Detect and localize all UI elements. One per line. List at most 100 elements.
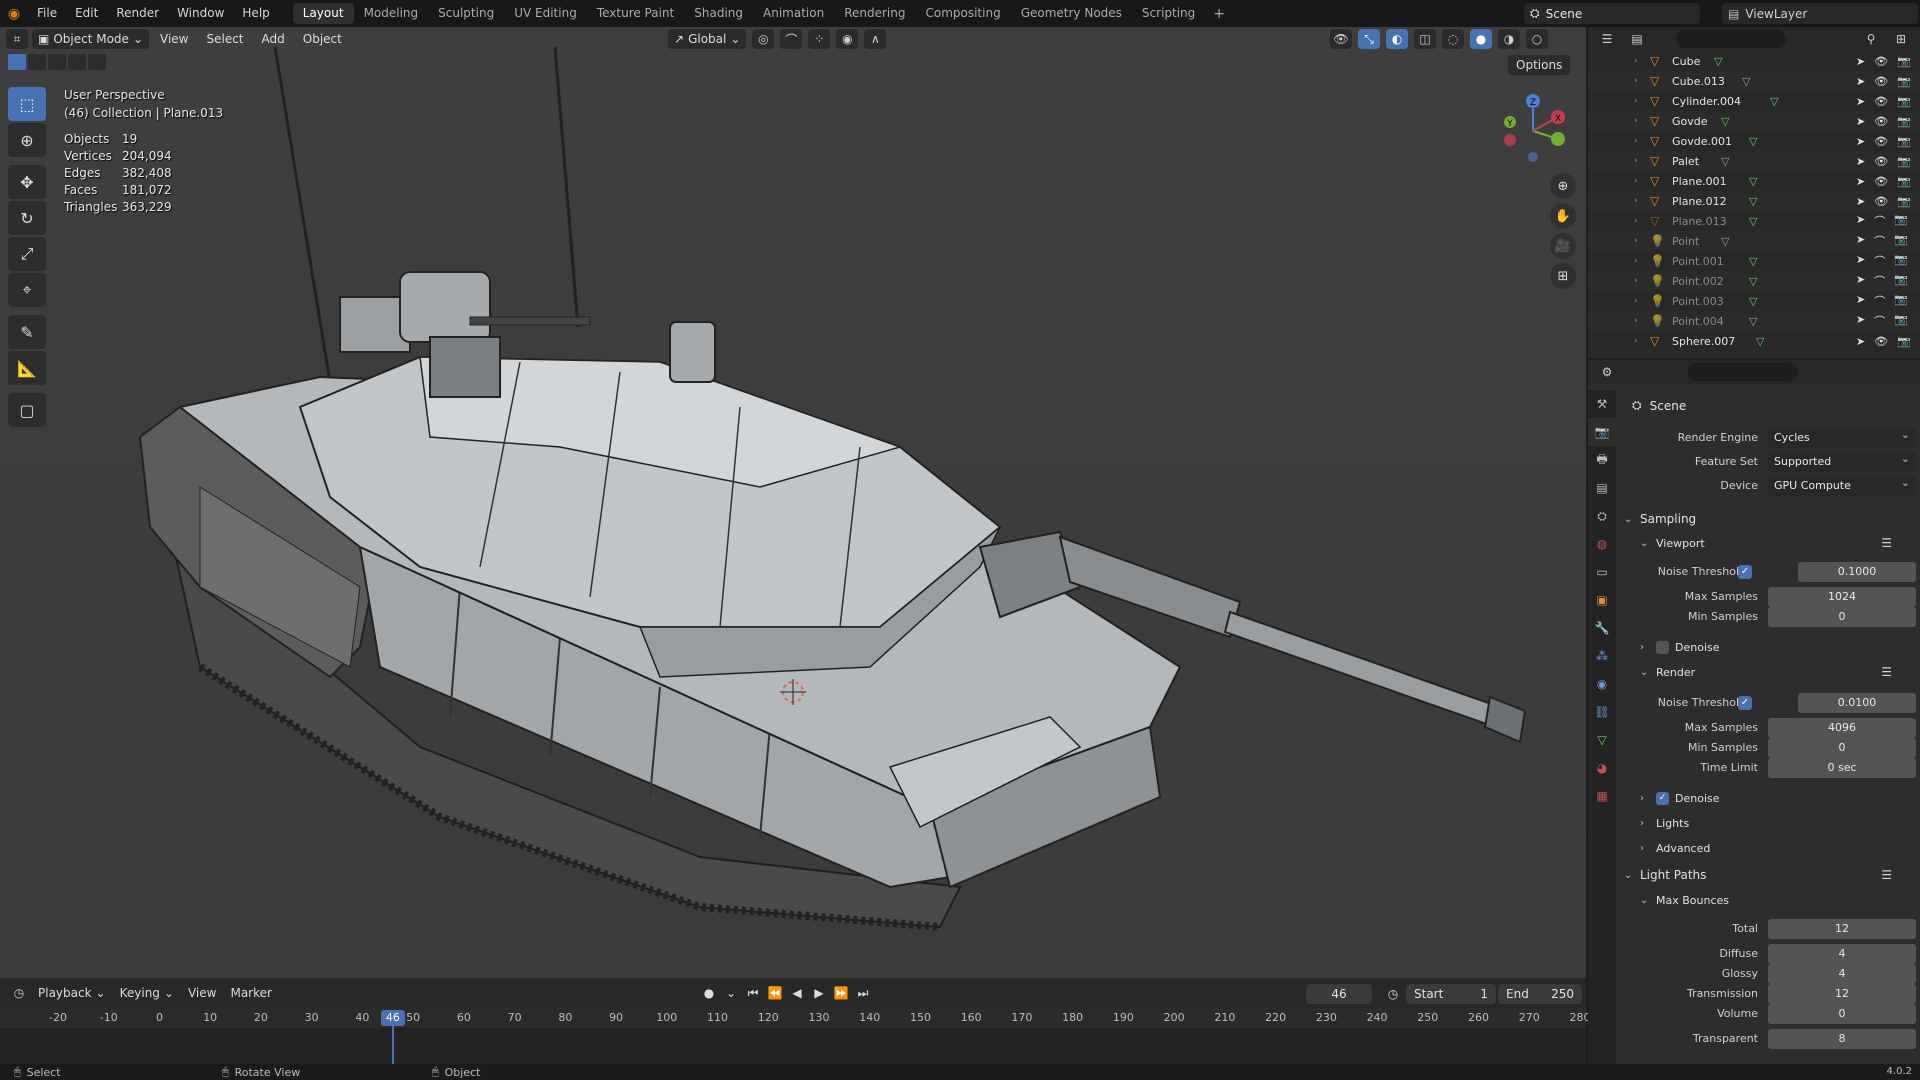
outliner-item[interactable]: › 💡 Point.004 ▽ ➤ ⌒ 📷 [1588,311,1920,331]
outliner-item-name[interactable]: Govde [1672,115,1708,128]
menu-help[interactable]: Help [233,0,278,27]
render-camera-icon[interactable]: 📷 [1894,253,1908,269]
render-time-limit-field[interactable]: 0 sec [1768,758,1916,778]
render-camera-icon[interactable]: 📷 [1897,155,1911,168]
filter-icon[interactable]: ⚲ [1860,29,1882,49]
eye-icon[interactable]: 👁 [1874,155,1888,168]
render-camera-icon[interactable]: 📷 [1897,195,1911,208]
render-noise-threshold-checkbox[interactable]: ✓ [1738,696,1752,710]
add-cube-tool-icon[interactable]: ▢ [8,393,46,427]
render-camera-icon[interactable]: 📷 [1897,115,1911,128]
eye-icon[interactable]: 👁 [1874,55,1888,68]
tab-scripting[interactable]: Scripting [1132,3,1205,24]
new-collection-icon[interactable]: ⊞ [1890,29,1912,49]
render-engine-dropdown[interactable]: Cycles [1768,425,1916,448]
outliner-item[interactable]: › ▽ Plane.012 ▽ ➤ 👁 📷 [1588,191,1920,211]
presets-icon[interactable]: ☰ [1881,868,1892,882]
menu-edit[interactable]: Edit [66,0,107,27]
transmission-bounces-field[interactable]: 12 [1768,984,1916,1004]
selectable-icon[interactable]: ➤ [1856,155,1865,168]
gizmo-toggle-icon[interactable]: ⤡ [1358,29,1380,49]
tab-uv-editing[interactable]: UV Editing [504,3,587,24]
viewport-denoise-subpanel[interactable]: › Denoise [1640,636,1916,658]
eye-icon[interactable]: 👁 [1874,95,1888,108]
eye-icon[interactable]: 👁 [1874,75,1888,88]
modifier-tab-icon[interactable]: 🔧 [1588,614,1616,642]
render-max-samples-field[interactable]: 4096 [1768,718,1916,738]
render-camera-icon[interactable]: 📷 [1897,75,1911,88]
particles-tab-icon[interactable]: ⁂ [1588,642,1616,670]
tool-tab-icon[interactable]: ⚒ [1588,390,1616,418]
outliner-item-name[interactable]: Cube.013 [1672,75,1725,88]
render-camera-icon[interactable]: 📷 [1894,213,1908,229]
render-camera-icon[interactable]: 📷 [1894,233,1908,249]
viewport-menu-view[interactable]: View [153,29,195,49]
expand-arrow-icon[interactable]: › [1634,56,1638,66]
object-tab-icon[interactable]: ▣ [1588,586,1616,614]
expand-arrow-icon[interactable]: › [1634,76,1638,86]
outliner-item-name[interactable]: Point.001 [1672,255,1724,268]
blender-logo-icon[interactable]: ◉ [0,0,28,27]
render-camera-icon[interactable]: 📷 [1897,135,1911,148]
timeline-track[interactable] [0,1028,1586,1064]
end-frame-field[interactable]: End 250 [1498,984,1582,1004]
eye-icon[interactable]: 👁 [1874,195,1888,208]
selectable-icon[interactable]: ➤ [1856,195,1865,208]
expand-arrow-icon[interactable]: › [1634,96,1638,106]
properties-search-input[interactable] [1688,363,1798,381]
viewport-subpanel-header[interactable]: ⌄ Viewport ☰ [1640,532,1916,554]
add-workspace-button[interactable]: + [1205,6,1233,22]
selectable-icon[interactable]: ➤ [1856,95,1865,108]
render-camera-icon[interactable]: 📷 [1894,313,1908,329]
tab-compositing[interactable]: Compositing [915,3,1010,24]
texture-tab-icon[interactable]: ▦ [1588,782,1616,810]
viewport-denoise-checkbox[interactable] [1656,640,1669,654]
expand-arrow-icon[interactable]: › [1634,216,1638,226]
move-tool-icon[interactable]: ✥ [8,165,46,199]
viewport-menu-object[interactable]: Object [296,29,349,49]
outliner-item[interactable]: › ▽ Plane.001 ▽ ➤ 👁 📷 [1588,171,1920,191]
tab-texture-paint[interactable]: Texture Paint [587,3,684,24]
total-bounces-field[interactable]: 12 [1768,919,1916,939]
timeline-menu-keying[interactable]: Keying ⌄ [114,983,180,1003]
timeline-menu-marker[interactable]: Marker [224,983,277,1003]
falloff-icon[interactable]: ∧ [864,29,887,49]
presets-icon[interactable]: ☰ [1881,536,1892,550]
outliner-item[interactable]: › 💡 Point.002 ▽ ➤ ⌒ 📷 [1588,271,1920,291]
timeline-menu-playback[interactable]: Playback ⌄ [32,983,112,1003]
select-subtract-mode-icon[interactable] [48,54,66,70]
proportional-edit-icon[interactable]: ◉ [836,29,859,49]
eye-icon[interactable]: 👁 [1874,175,1888,188]
rotate-tool-icon[interactable]: ↻ [8,201,46,235]
tab-sculpting[interactable]: Sculpting [428,3,504,24]
timeline-ruler[interactable]: -20 -10 0 10 20 30 40 50 60 70 80 90 100 110 120 130 140… [0,1008,1591,1028]
outliner-item[interactable]: › 💡 Point ▽ ➤ ⌒ 📷 [1588,231,1920,251]
outliner-item-name[interactable]: Cylinder.004 [1672,95,1741,108]
expand-arrow-icon[interactable]: › [1634,316,1638,326]
outliner-item[interactable]: › 💡 Point.003 ▽ ➤ ⌒ 📷 [1588,291,1920,311]
outliner-item[interactable]: › ▽ Sphere.007 ▽ ➤ 👁 📷 [1588,331,1920,351]
jump-start-icon[interactable]: ⏮ [744,984,762,1002]
eye-icon[interactable]: ⌒ [1874,233,1885,249]
tab-shading[interactable]: Shading [684,3,753,24]
outliner-item-name[interactable]: Point.002 [1672,275,1724,288]
render-camera-icon[interactable]: 📷 [1897,55,1911,68]
snap-icon[interactable]: ⌒ [780,29,803,49]
menu-render[interactable]: Render [107,0,168,27]
options-dropdown[interactable]: Options [1508,55,1571,75]
transform-orientation-dropdown[interactable]: ↗ Global ⌄ [668,29,747,49]
render-camera-icon[interactable]: 📷 [1894,273,1908,289]
render-camera-icon[interactable]: 📷 [1897,175,1911,188]
light-paths-panel-header[interactable]: ⌄ Light Paths ☰ [1624,864,1916,886]
eye-icon[interactable]: 👁 [1874,135,1888,148]
xray-toggle-icon[interactable]: ◫ [1414,29,1436,49]
eye-icon[interactable]: ⌒ [1874,213,1885,229]
render-camera-icon[interactable]: 📷 [1897,95,1911,108]
presets-icon[interactable]: ☰ [1881,665,1892,679]
advanced-subpanel[interactable]: › Advanced [1640,837,1916,859]
eye-icon[interactable]: 👁 [1874,115,1888,128]
outliner-item[interactable]: › ▽ Cube.013 ▽ ➤ 👁 📷 [1588,71,1920,91]
selectable-icon[interactable]: ➤ [1856,135,1865,148]
start-frame-field[interactable]: Start 1 [1406,984,1496,1004]
outliner-item-name[interactable]: Plane.012 [1672,195,1727,208]
